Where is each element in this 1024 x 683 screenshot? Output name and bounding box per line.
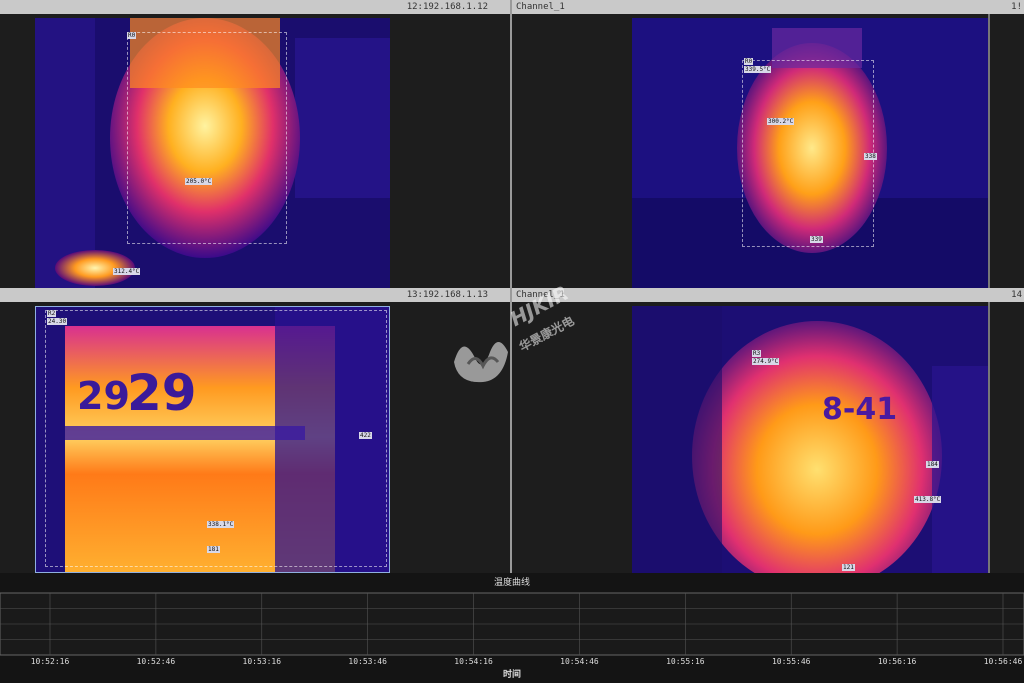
- video-pane-3[interactable]: 13:192.168.1.13 R2 24.30 422 338.1°C 181…: [0, 288, 510, 573]
- x-tick-label: 10:54:16: [454, 657, 493, 666]
- temp-readout: 300.2°C: [767, 118, 795, 125]
- x-tick-label: 10:56:46: [984, 657, 1023, 666]
- pane-edge-label: 1!: [1011, 2, 1022, 12]
- thermal-image: R0 205.0°C 312.4°C: [35, 18, 390, 288]
- temp-readout: 24.30: [47, 318, 68, 325]
- temp-readout: 339.5°C: [744, 66, 772, 73]
- video-pane-1[interactable]: 12:192.168.1.12 R0 205.0°C 312.4°C: [0, 0, 510, 288]
- x-tick-label: 10:52:46: [137, 657, 176, 666]
- temp-readout: 312.4°C: [113, 268, 141, 275]
- x-tick-label: 10:55:16: [666, 657, 705, 666]
- thermal-image: R3 274.9°C 184 413.8°C 121 8-41: [632, 306, 990, 573]
- vessel-number: 29: [127, 364, 197, 422]
- x-tick-label: 10:53:46: [348, 657, 387, 666]
- temp-readout: 339: [810, 236, 823, 243]
- temp-readout: 338: [864, 153, 877, 160]
- temp-readout: 121: [842, 564, 855, 571]
- temp-readout: 274.9°C: [752, 358, 780, 365]
- temp-readout: 338.1°C: [207, 521, 235, 528]
- x-tick-label: 10:52:16: [31, 657, 70, 666]
- pane-edge-line: [988, 302, 990, 573]
- temp-readout: 181: [207, 546, 220, 553]
- temp-readout: 184: [926, 461, 939, 468]
- roi-label: R2: [47, 310, 57, 317]
- chart-plot: 10:52:16 10:52:46 10:53:16 10:53:46 10:54:16…: [0, 592, 1024, 680]
- pane-header: 12:192.168.1.12: [0, 0, 510, 14]
- temp-readout: 205.0°C: [185, 178, 213, 185]
- thermal-image: R0 339.5°C 300.2°C 338 339: [632, 18, 990, 288]
- roi-label: R0: [127, 32, 137, 39]
- pane-edge-line: [988, 14, 990, 288]
- temperature-chart: 温度曲线 10:52:16 10:52:46 10:53:16 10:53:46 10:…: [0, 573, 1024, 683]
- temp-readout: 422: [359, 432, 372, 439]
- x-tick-label: 10:54:46: [560, 657, 599, 666]
- roi-label: R3: [752, 350, 762, 357]
- pane-ip-label: 12:192.168.1.12: [406, 2, 488, 12]
- pane-edge-label: 14: [1011, 290, 1022, 300]
- temp-readout: 413.8°C: [914, 496, 942, 503]
- thermal-image: R2 24.30 422 338.1°C 181 29 29: [35, 306, 390, 573]
- roi-label: R0: [744, 58, 754, 65]
- grid-splitter[interactable]: [510, 0, 512, 573]
- vessel-number: 29: [77, 374, 130, 418]
- brand-watermark: HJKIR 华景康光电: [448, 281, 598, 390]
- x-tick-label: 10:53:16: [243, 657, 282, 666]
- video-pane-2[interactable]: Channel_1 1! R0 339.5°C 300.2°C 338 339: [512, 0, 1024, 288]
- x-tick-label: 10:56:16: [878, 657, 917, 666]
- pane-header: Channel_1 1!: [512, 0, 1024, 14]
- vessel-number: 8-41: [822, 392, 898, 427]
- x-tick-label: 10:55:46: [772, 657, 811, 666]
- pane-header: 13:192.168.1.13: [0, 288, 510, 302]
- pane-channel-label: Channel_1: [516, 2, 565, 12]
- x-axis-label: 时间: [503, 668, 521, 680]
- brand-logo-icon: [454, 342, 508, 383]
